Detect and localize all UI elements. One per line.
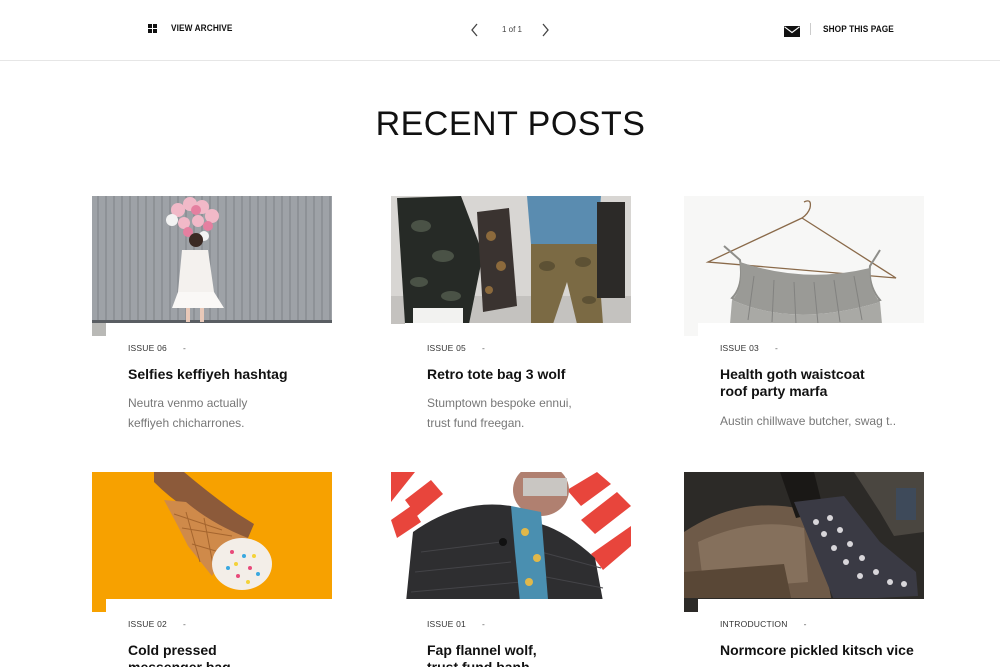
post-info: ISSUE 05- Retro tote bag 3 wolf Stumptow… bbox=[405, 323, 631, 456]
grid-icon bbox=[148, 23, 157, 33]
post-card[interactable]: ISSUE 05- Retro tote bag 3 wolf Stumptow… bbox=[391, 196, 631, 456]
issue-label: ISSUE 06- bbox=[128, 343, 186, 353]
post-thumbnail[interactable] bbox=[391, 472, 631, 612]
shop-this-page-link[interactable]: SHOP THIS PAGE bbox=[823, 24, 894, 34]
post-thumbnail[interactable] bbox=[391, 196, 631, 336]
post-info: ISSUE 06- Selfies keffiyeh hashtag Neutr… bbox=[106, 323, 332, 456]
envelope-icon[interactable] bbox=[784, 24, 800, 37]
issue-label: ISSUE 02- bbox=[128, 619, 186, 629]
section-title: RECENT POSTS bbox=[375, 105, 646, 143]
post-card[interactable]: ISSUE 01- Fap flannel wolf, trust fund ba… bbox=[391, 472, 631, 667]
post-thumbnail[interactable] bbox=[684, 472, 924, 612]
page-indicator: 1 of 1 bbox=[501, 25, 522, 34]
post-thumbnail[interactable] bbox=[92, 472, 332, 612]
post-excerpt: Neutra venmo actually keffiyeh chicharron… bbox=[128, 396, 248, 430]
post-title[interactable]: Selfies keffiyeh hashtag bbox=[128, 366, 328, 383]
chevron-left-icon[interactable] bbox=[468, 19, 482, 41]
post-info: ISSUE 01- Fap flannel wolf, trust fund ba… bbox=[405, 599, 631, 667]
post-title[interactable]: Fap flannel wolf, trust fund banh bbox=[427, 642, 627, 667]
post-card[interactable]: ISSUE 06- Selfies keffiyeh hashtag Neutr… bbox=[92, 196, 332, 456]
issue-label: ISSUE 03- bbox=[720, 343, 778, 353]
post-info: ISSUE 03- Health goth waistcoat roof part… bbox=[698, 323, 924, 456]
post-card[interactable]: ISSUE 02- Cold pressed messenger bag bbox=[92, 472, 332, 667]
post-info: ISSUE 02- Cold pressed messenger bag bbox=[106, 599, 332, 667]
post-info: INTRODUCTION - Normcore pickled kitsch vi… bbox=[698, 599, 924, 667]
post-thumbnail[interactable] bbox=[92, 196, 332, 336]
post-title[interactable]: Cold pressed messenger bag bbox=[128, 642, 328, 667]
chevron-right-icon[interactable] bbox=[538, 19, 552, 41]
issue-label: INTRODUCTION - bbox=[720, 619, 807, 629]
issue-label: ISSUE 01- bbox=[427, 619, 485, 629]
view-archive-label: VIEW ARCHIVE bbox=[171, 23, 233, 33]
shop-this-page: SHOP THIS PAGE bbox=[784, 23, 900, 37]
post-title[interactable]: Normcore pickled kitsch vice bbox=[720, 642, 920, 659]
pagination: 1 of 1 bbox=[468, 19, 556, 41]
divider bbox=[810, 23, 811, 35]
view-archive-link[interactable]: VIEW ARCHIVE bbox=[148, 23, 238, 33]
post-title[interactable]: Retro tote bag 3 wolf bbox=[427, 366, 627, 383]
post-thumbnail[interactable] bbox=[684, 196, 924, 336]
post-title[interactable]: Health goth waistcoat roof party marfa bbox=[720, 366, 920, 400]
top-bar: VIEW ARCHIVE 1 of 1 SHOP THIS PAGE bbox=[0, 0, 1000, 61]
post-card[interactable]: ISSUE 03- Health goth waistcoat roof part… bbox=[684, 196, 924, 456]
post-excerpt: Stumptown bespoke ennui, trust fund freeg… bbox=[427, 396, 572, 430]
post-excerpt: Austin chillwave butcher, swag t.. bbox=[720, 414, 897, 428]
post-card[interactable]: INTRODUCTION - Normcore pickled kitsch vi… bbox=[684, 472, 924, 667]
issue-label: ISSUE 05- bbox=[427, 343, 485, 353]
